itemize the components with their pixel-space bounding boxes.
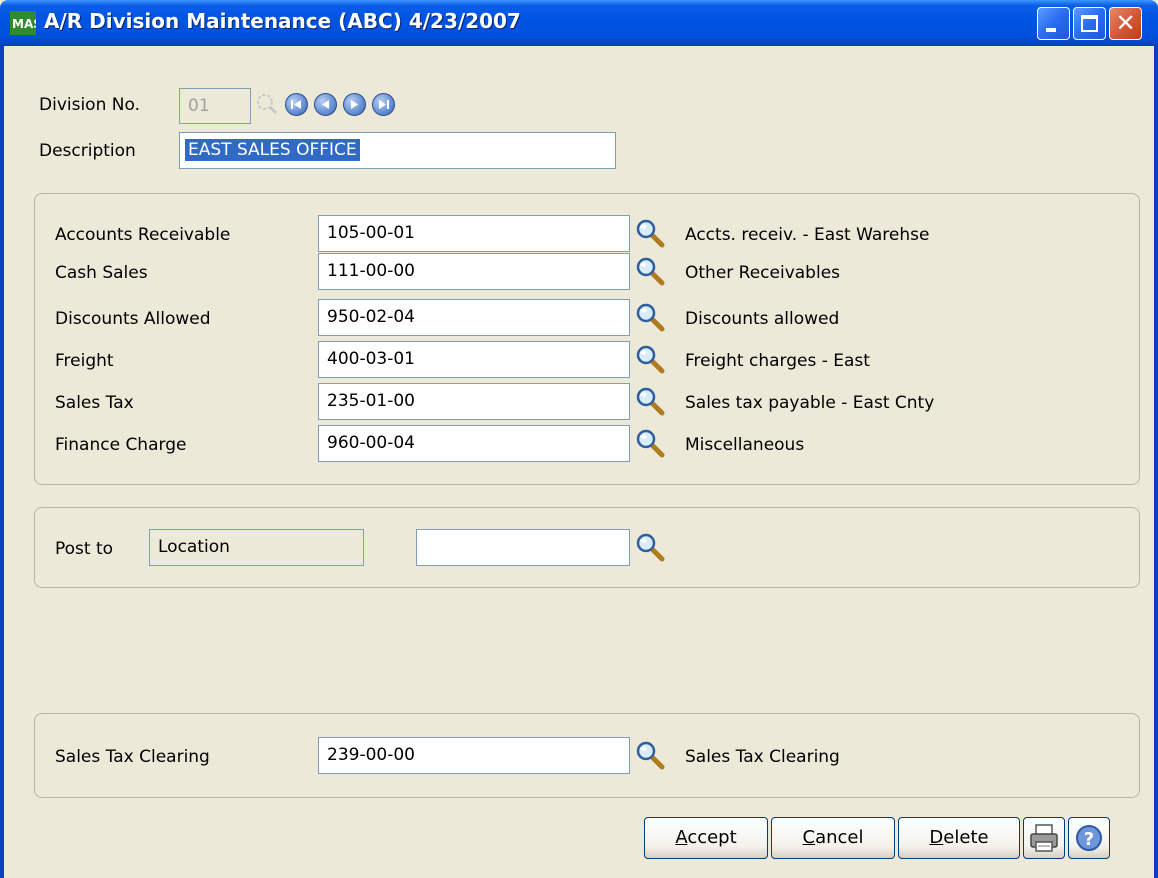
post-to-label: Post to [55,539,114,559]
account-2-lookup-icon[interactable] [635,302,665,332]
account-4-description: Sales tax payable - East Cnty [685,393,935,413]
window-title: A/R Division Maintenance (ABC) 4/23/2007 [44,9,521,33]
svg-text:?: ? [1084,829,1094,850]
description-label: Description [39,141,136,161]
next-record-icon [351,100,358,109]
cancel-label: ancel [815,827,864,848]
account-0-label: Accounts Receivable [55,225,231,245]
post-to-select[interactable]: Location [149,529,364,566]
account-4-label: Sales Tax [55,393,134,413]
cancel-hotkey: C [802,827,816,848]
description-value: EAST SALES OFFICE [185,139,360,161]
account-3-description: Freight charges - East [685,351,870,371]
account-0-lookup-icon[interactable] [635,218,665,248]
account-2-input[interactable]: 950-02-04 [318,299,630,336]
delete-hotkey: D [929,827,944,848]
title-bar[interactable]: MAS A/R Division Maintenance (ABC) 4/23/… [0,0,1158,46]
account-1-description: Other Receivables [685,263,841,283]
help-icon: ? [1076,825,1102,851]
app-icon-text: MAS [12,17,36,31]
account-3-input[interactable]: 400-03-01 [318,341,630,378]
accept-label: ccept [687,827,737,848]
last-record-icon [379,100,389,109]
previous-record-button[interactable] [314,93,337,116]
account-5-lookup-icon[interactable] [635,428,665,458]
sales-tax-clearing-lookup-icon[interactable] [635,740,665,770]
first-record-button[interactable] [285,93,308,116]
account-5-label: Finance Charge [55,435,187,455]
first-record-icon [291,100,301,109]
description-input[interactable]: EAST SALES OFFICE [179,132,616,169]
minimize-button[interactable] [1037,7,1070,40]
delete-label: elete [943,827,989,848]
division-label: Division No. [39,95,140,115]
app-icon: MAS [10,11,36,35]
minimize-icon [1046,28,1056,32]
help-button[interactable]: ? [1068,817,1110,859]
account-1-lookup-icon[interactable] [635,256,665,286]
post-to-location-input[interactable] [416,529,630,566]
maximize-button[interactable] [1073,7,1106,40]
account-3-lookup-icon[interactable] [635,344,665,374]
sales-tax-clearing-label: Sales Tax Clearing [55,747,210,767]
cancel-button[interactable]: Cancel [771,817,895,859]
accept-button[interactable]: Accept [644,817,768,859]
account-5-input[interactable]: 960-00-04 [318,425,630,462]
account-0-input[interactable]: 105-00-01 [318,215,630,252]
delete-button[interactable]: Delete [898,817,1020,859]
previous-record-icon [322,100,329,109]
account-4-input[interactable]: 235-01-00 [318,383,630,420]
window-frame-left [0,46,4,878]
account-0-description: Accts. receiv. - East Warehse [685,225,930,245]
accept-hotkey: A [675,827,688,848]
sales-tax-clearing-input[interactable]: 239-00-00 [318,737,630,774]
division-lookup-icon[interactable] [256,93,278,115]
maximize-icon [1081,15,1098,32]
account-2-label: Discounts Allowed [55,309,211,329]
account-2-description: Discounts allowed [685,309,840,329]
division-input[interactable]: 01 [179,88,251,124]
close-icon: ✕ [1115,9,1136,37]
printer-icon [1030,824,1058,852]
window-frame-right [1154,46,1158,878]
account-4-lookup-icon[interactable] [635,386,665,416]
account-1-input[interactable]: 111-00-00 [318,253,630,290]
account-3-label: Freight [55,351,114,371]
account-1-label: Cash Sales [55,263,148,283]
sales-tax-clearing-description: Sales Tax Clearing [685,747,840,767]
print-button[interactable] [1023,817,1065,859]
account-5-description: Miscellaneous [685,435,805,455]
close-button[interactable]: ✕ [1109,7,1142,40]
last-record-button[interactable] [372,93,395,116]
post-to-lookup-icon[interactable] [635,532,665,562]
next-record-button[interactable] [343,93,366,116]
